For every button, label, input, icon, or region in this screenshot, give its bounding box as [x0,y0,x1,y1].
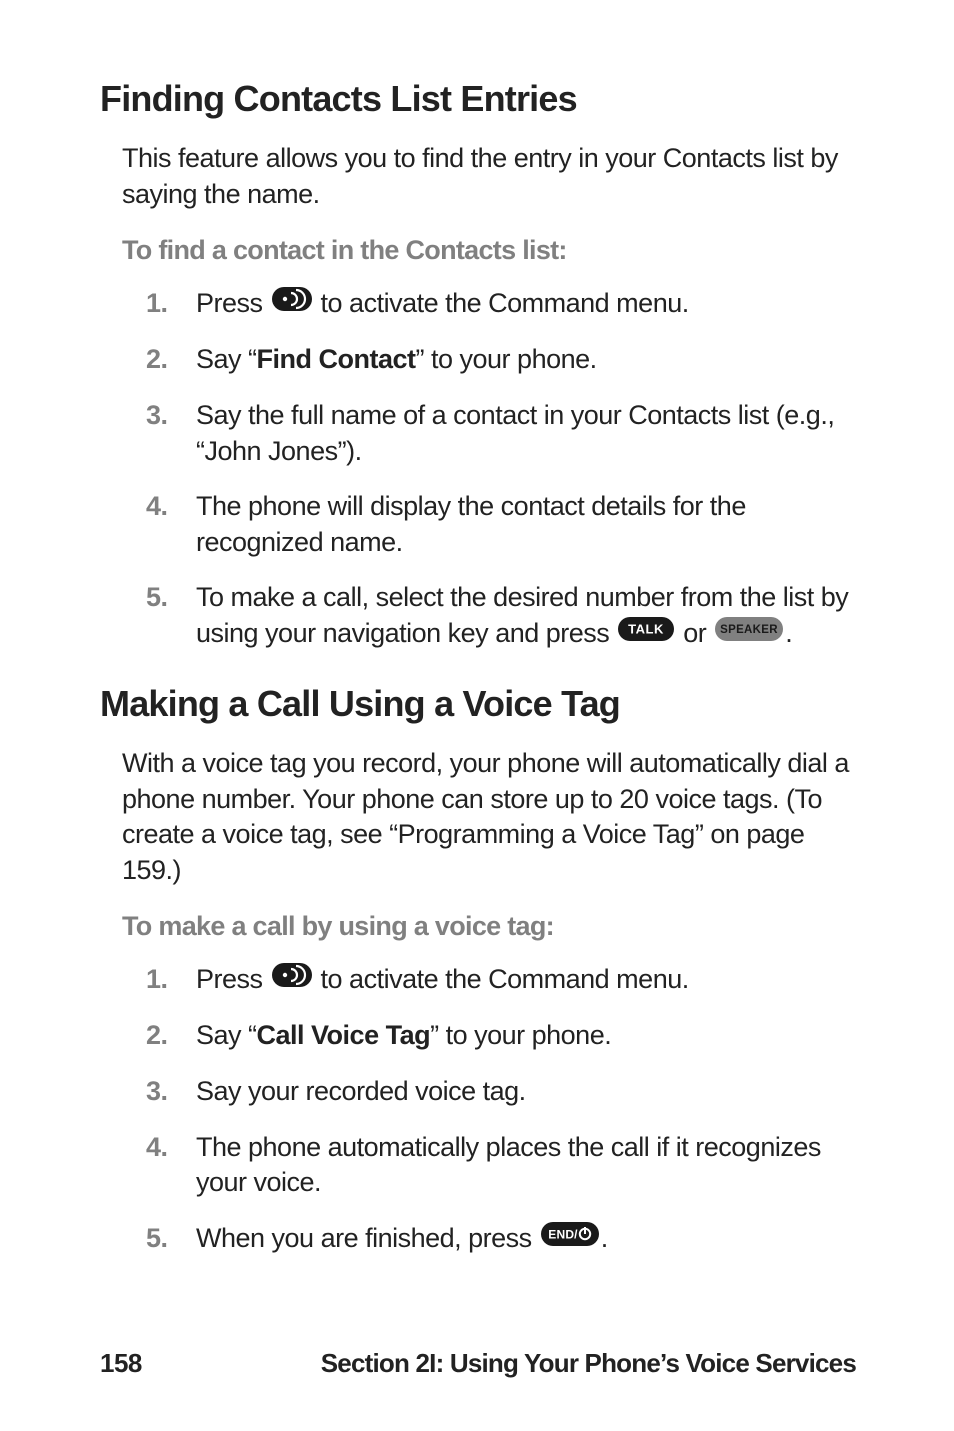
step-b2-text-b: ” to your phone. [430,1020,611,1050]
step-a2-bold: Find Contact [257,344,416,374]
end-key-icon: END/ [541,1220,599,1256]
step-a2-text-b: ” to your phone. [416,344,597,374]
talk-key-icon: TALK [618,615,674,651]
step-b4: The phone automatically places the call … [146,1130,864,1201]
subhead-b: To make a call by using a voice tag: [122,911,864,942]
step-b5: When you are finished, press END/. [146,1221,864,1258]
svg-text:SPEAKER: SPEAKER [720,624,778,636]
section-a-body: This feature allows you to find the entr… [100,141,864,652]
step-a5-text-c: . [785,618,792,648]
step-a1-text-a: Press [196,288,270,318]
step-b1: Press to activate the Command menu. [146,962,864,999]
step-b5-text-a: When you are finished, press [196,1223,539,1253]
voice-key-icon [272,961,312,997]
step-b1-text-a: Press [196,964,270,994]
step-b2: Say “Call Voice Tag” to your phone. [146,1018,864,1054]
page-number: 158 [100,1348,142,1379]
intro-b: With a voice tag you record, your phone … [122,746,864,889]
page-footer: 158 Section 2I: Using Your Phone’s Voice… [100,1348,856,1379]
intro-a: This feature allows you to find the entr… [122,141,864,212]
step-a5-text-b: or [676,618,713,648]
step-b1-text-b: to activate the Command menu. [314,964,689,994]
step-a1: Press to activate the Command menu. [146,286,864,323]
svg-text:TALK: TALK [628,622,664,637]
heading-voice-tag: Making a Call Using a Voice Tag [100,683,864,724]
step-a5: To make a call, select the desired numbe… [146,580,864,652]
step-a1-text-b: to activate the Command menu. [314,288,689,318]
footer-section-title: Section 2I: Using Your Phone’s Voice Ser… [321,1348,856,1379]
step-a2: Say “Find Contact” to your phone. [146,342,864,378]
speaker-key-icon: SPEAKER [715,615,783,651]
voice-key-icon [272,285,312,321]
subhead-a: To find a contact in the Contacts list: [122,235,864,266]
step-b2-bold: Call Voice Tag [257,1020,431,1050]
heading-finding-contacts: Finding Contacts List Entries [100,78,864,119]
step-b5-text-b: . [601,1223,608,1253]
manual-page: Finding Contacts List Entries This featu… [0,0,954,1431]
svg-text:END/: END/ [548,1227,578,1241]
step-a3: Say the full name of a contact in your C… [146,398,864,469]
step-b2-text-a: Say “ [196,1020,257,1050]
steps-b: Press to activate the Command menu. Say … [122,962,864,1258]
step-a2-text-a: Say “ [196,344,257,374]
step-b3: Say your recorded voice tag. [146,1074,864,1110]
steps-a: Press to activate the Command menu. Say … [122,286,864,653]
section-b-body: With a voice tag you record, your phone … [100,746,864,1257]
step-a4: The phone will display the contact detai… [146,489,864,560]
